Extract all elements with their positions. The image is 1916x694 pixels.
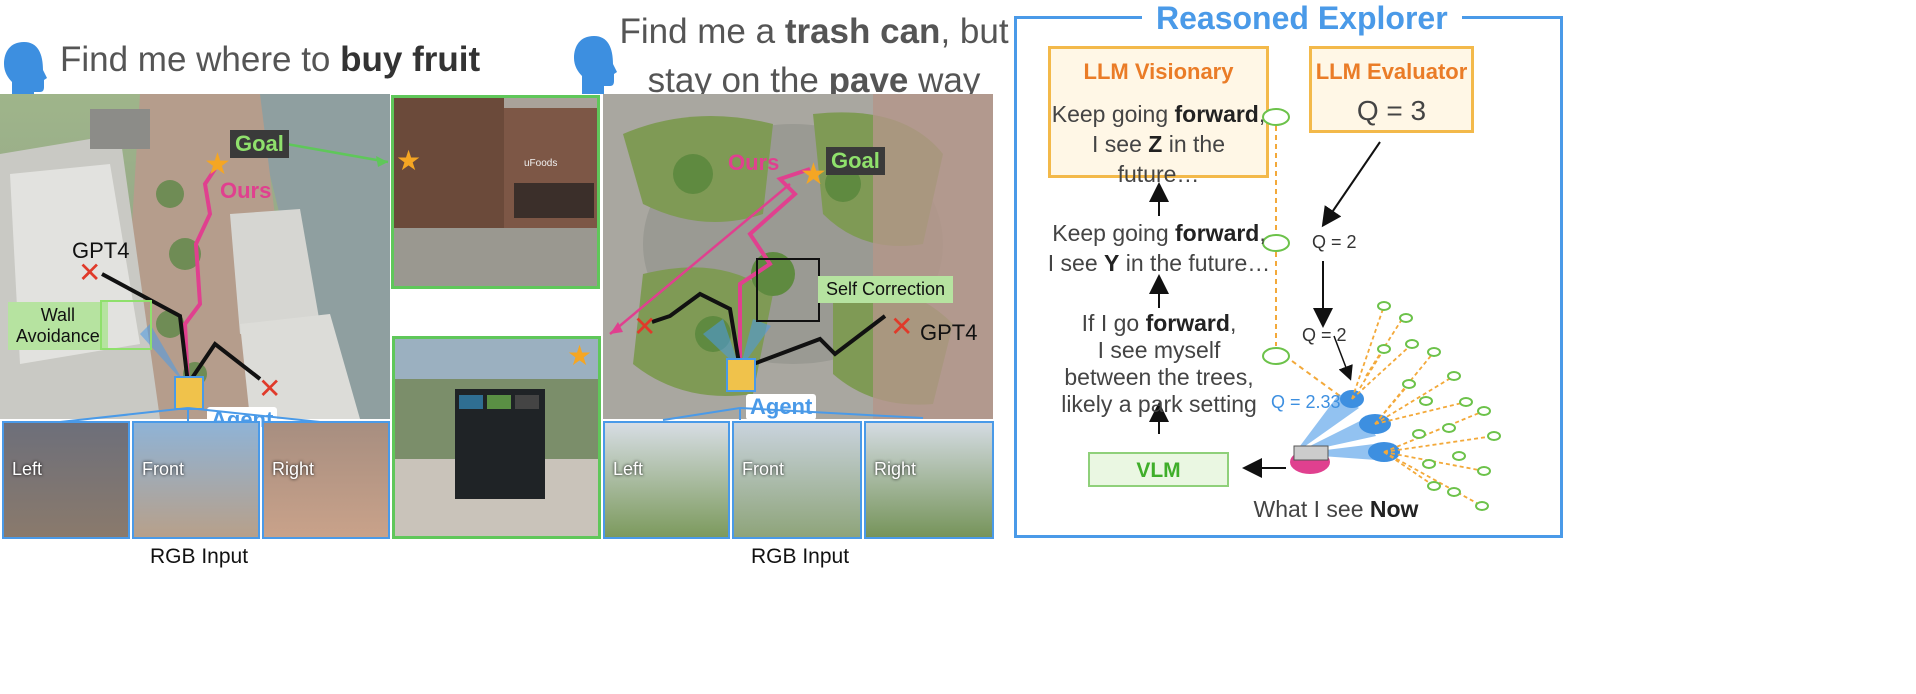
robot-agent-icon-2 xyxy=(726,358,756,392)
q-value-3: Q = 2.33 xyxy=(1271,392,1341,412)
x-mark-icon-4: ✕ xyxy=(890,311,914,342)
fruit-store-goal-image: uFoods ★ xyxy=(391,95,600,289)
goal-star-icon: ★ xyxy=(204,148,231,181)
left-prompt: Find me where to buy fruit xyxy=(60,40,481,79)
right-rgb-caption: RGB Input xyxy=(751,545,850,568)
goal-star-icon-4: ★ xyxy=(800,158,827,191)
goal-label-right: Goal xyxy=(826,147,885,175)
wall-avoidance-label: Wall Avoidance xyxy=(8,302,108,350)
right-prompt: Find me a trash can, but stay on the pav… xyxy=(619,12,1009,100)
x-mark-icon: ✕ xyxy=(78,257,102,288)
vlm-box: VLM xyxy=(1088,452,1229,487)
step-x-text: If I go forward, I see myself between th… xyxy=(1061,310,1257,417)
q-value-1: Q = 2 xyxy=(1312,232,1357,252)
left-rgb-caption: RGB Input xyxy=(150,545,249,568)
now-caption: What I see Now xyxy=(1253,496,1419,522)
right-view-right: Right xyxy=(864,421,994,539)
goal-link-line xyxy=(274,140,389,164)
ours-label: Ours xyxy=(220,178,272,203)
step-y-text: Keep going forward, I see Y in the futur… xyxy=(1047,220,1271,276)
self-correction-label: Self Correction xyxy=(818,276,954,303)
ours-label-right: Ours xyxy=(728,150,780,175)
right-path-overlay xyxy=(609,167,887,371)
goal-label: Goal xyxy=(230,130,289,158)
gpt4-label-right: GPT4 xyxy=(920,320,978,345)
goal-star-icon-3: ★ xyxy=(567,340,593,371)
right-view-left: Left xyxy=(603,421,730,539)
wall-avoidance-box xyxy=(100,300,152,350)
left-view-front: Front xyxy=(132,421,260,539)
left-view-left: Left xyxy=(2,421,130,539)
gpt4-path-right-2 xyxy=(739,314,887,371)
ufoods-sign: uFoods xyxy=(524,158,557,169)
human-head-icon xyxy=(2,40,48,102)
left-view-right: Right xyxy=(262,421,390,539)
goal-star-icon-2: ★ xyxy=(396,145,422,176)
right-view-front: Front xyxy=(732,421,862,539)
trash-can-goal-image: ★ xyxy=(392,336,601,539)
q-value-2: Q = 2 xyxy=(1302,325,1347,345)
x-mark-icon-3: ✕ xyxy=(633,311,657,342)
self-correction-box xyxy=(756,258,820,322)
